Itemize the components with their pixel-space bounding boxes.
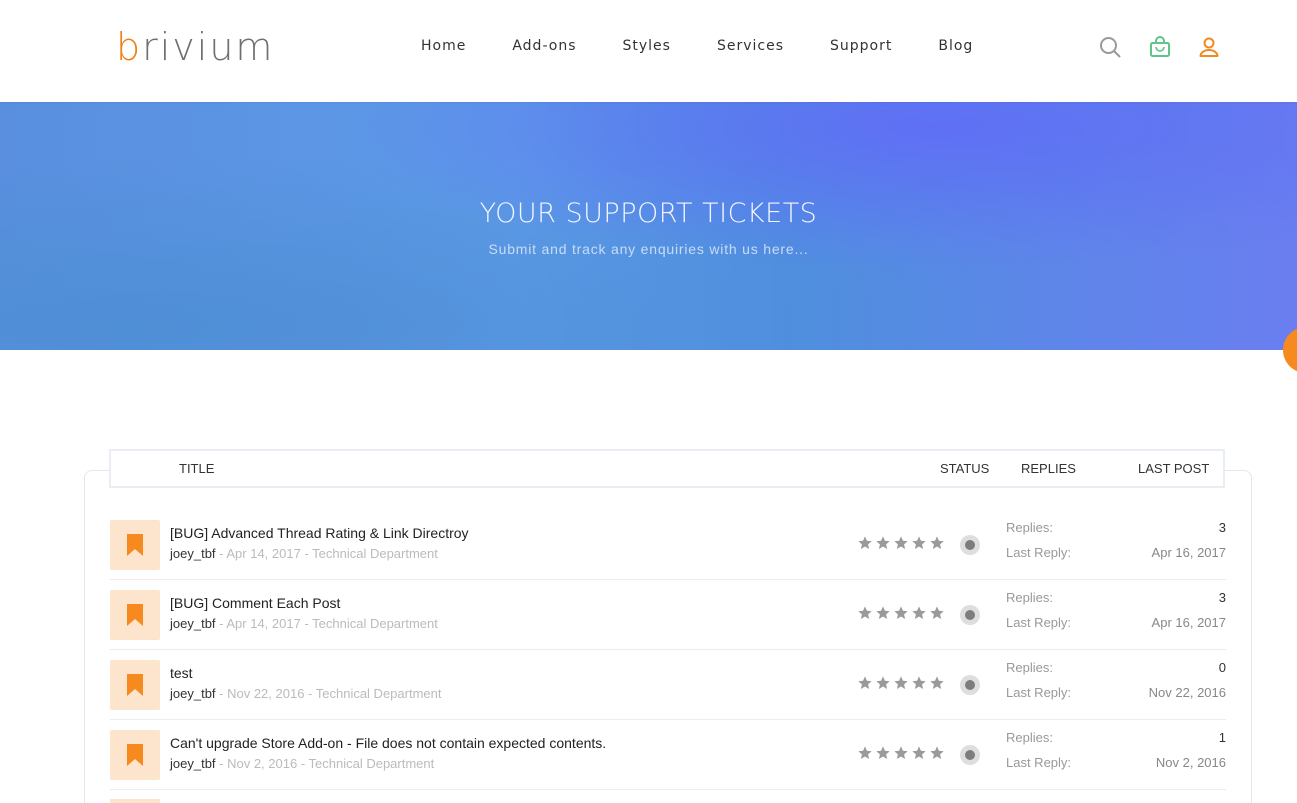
bookmark-icon[interactable]: [110, 660, 160, 710]
star-icon[interactable]: [892, 745, 910, 761]
last-reply-label: Last Reply:: [1006, 755, 1072, 770]
star-icon[interactable]: [874, 745, 892, 761]
last-reply-date: Apr 16, 2017: [1151, 615, 1226, 630]
replies-label: Replies:: [1006, 590, 1053, 605]
site-header: brivium Home Add-ons Styles Services Sup…: [0, 0, 1297, 102]
bookmark-icon[interactable]: [110, 520, 160, 570]
search-icon[interactable]: [1098, 35, 1122, 59]
star-icon[interactable]: [856, 675, 874, 691]
rating-stars[interactable]: [856, 535, 946, 551]
star-icon[interactable]: [856, 535, 874, 551]
last-reply-date: Nov 22, 2016: [1148, 685, 1226, 700]
star-icon[interactable]: [874, 605, 892, 621]
user-icon[interactable]: [1197, 35, 1221, 59]
ticket-meta: joey_tbf - Apr 14, 2017 - Technical Depa…: [170, 546, 438, 561]
star-icon[interactable]: [928, 745, 946, 761]
status-indicator: [960, 535, 980, 555]
star-icon[interactable]: [892, 675, 910, 691]
ticket-title[interactable]: [BUG] Advanced Thread Rating & Link Dire…: [170, 525, 469, 541]
nav-styles[interactable]: Styles: [623, 38, 671, 54]
table-row: Can't upgrade Store Add-on - File does n…: [110, 720, 1226, 790]
ticket-author[interactable]: joey_tbf: [170, 686, 216, 701]
last-reply-label: Last Reply:: [1006, 685, 1072, 700]
star-icon[interactable]: [910, 675, 928, 691]
ticket-meta: joey_tbf - Apr 14, 2017 - Technical Depa…: [170, 616, 438, 631]
replies-label: Replies:: [1006, 660, 1053, 675]
rating-stars[interactable]: [856, 605, 946, 621]
star-icon[interactable]: [928, 675, 946, 691]
replies-count: 3: [1218, 590, 1226, 605]
shopping-bag-icon[interactable]: [1148, 35, 1172, 59]
star-icon[interactable]: [910, 535, 928, 551]
status-indicator: [960, 675, 980, 695]
next-row-icon-peek: [110, 799, 160, 803]
ticket-date-department: - Nov 2, 2016 - Technical Department: [215, 756, 435, 771]
last-reply-label: Last Reply:: [1006, 545, 1072, 560]
ticket-title[interactable]: test: [170, 665, 193, 681]
bookmark-icon[interactable]: [110, 590, 160, 640]
brivium-logo[interactable]: brivium: [116, 27, 274, 67]
last-reply-label: Last Reply:: [1006, 615, 1072, 630]
ticket-date-department: - Nov 22, 2016 - Technical Department: [215, 686, 442, 701]
rating-stars[interactable]: [856, 745, 946, 761]
star-icon[interactable]: [874, 535, 892, 551]
ticket-meta: joey_tbf - Nov 22, 2016 - Technical Depa…: [170, 686, 441, 701]
header-title: TITLE: [179, 461, 215, 476]
ticket-date-department: - Apr 14, 2017 - Technical Department: [215, 616, 438, 631]
logo-text: rivium: [142, 25, 275, 69]
last-reply-date: Nov 2, 2016: [1155, 755, 1226, 770]
nav-home[interactable]: Home: [421, 38, 466, 54]
table-header: TITLE STATUS REPLIES LAST POST: [109, 449, 1225, 488]
star-icon[interactable]: [928, 535, 946, 551]
ticket-author[interactable]: joey_tbf: [170, 756, 216, 771]
nav-support[interactable]: Support: [830, 38, 892, 54]
header-last-post: LAST POST: [1138, 461, 1210, 476]
rating-stars[interactable]: [856, 675, 946, 691]
star-icon[interactable]: [910, 745, 928, 761]
bookmark-icon[interactable]: [110, 730, 160, 780]
star-icon[interactable]: [856, 745, 874, 761]
ticket-author[interactable]: joey_tbf: [170, 546, 216, 561]
replies-count: 0: [1218, 660, 1226, 675]
main-nav: Home Add-ons Styles Services Support Blo…: [421, 38, 973, 54]
page-subtitle: Submit and track any enquiries with us h…: [488, 241, 809, 257]
ticket-date-department: - Apr 14, 2017 - Technical Department: [215, 546, 438, 561]
replies-count: 1: [1218, 730, 1226, 745]
status-indicator: [960, 605, 980, 625]
status-indicator: [960, 745, 980, 765]
ticket-author[interactable]: joey_tbf: [170, 616, 216, 631]
logo-letter: b: [116, 25, 143, 69]
star-icon[interactable]: [856, 605, 874, 621]
star-icon[interactable]: [892, 605, 910, 621]
star-icon[interactable]: [874, 675, 892, 691]
star-icon[interactable]: [928, 605, 946, 621]
ticket-title[interactable]: Can't upgrade Store Add-on - File does n…: [170, 735, 606, 751]
ticket-meta: joey_tbf - Nov 2, 2016 - Technical Depar…: [170, 756, 434, 771]
table-row: [BUG] Comment Each Post joey_tbf - Apr 1…: [110, 580, 1226, 650]
table-row: [BUG] Advanced Thread Rating & Link Dire…: [110, 510, 1226, 580]
header-status: STATUS: [940, 461, 990, 476]
last-reply-date: Apr 16, 2017: [1151, 545, 1226, 560]
star-icon[interactable]: [910, 605, 928, 621]
page-title: YOUR SUPPORT TICKETS: [479, 198, 818, 229]
nav-services[interactable]: Services: [717, 38, 784, 54]
ticket-title[interactable]: [BUG] Comment Each Post: [170, 595, 340, 611]
replies-label: Replies:: [1006, 730, 1053, 745]
replies-label: Replies:: [1006, 520, 1053, 535]
star-icon[interactable]: [892, 535, 910, 551]
nav-add-ons[interactable]: Add-ons: [512, 38, 576, 54]
table-row: test joey_tbf - Nov 22, 2016 - Technical…: [110, 650, 1226, 720]
hero-banner: YOUR SUPPORT TICKETS Submit and track an…: [0, 102, 1297, 350]
replies-count: 3: [1218, 520, 1226, 535]
header-replies: REPLIES: [1021, 461, 1076, 476]
nav-blog[interactable]: Blog: [938, 38, 973, 54]
